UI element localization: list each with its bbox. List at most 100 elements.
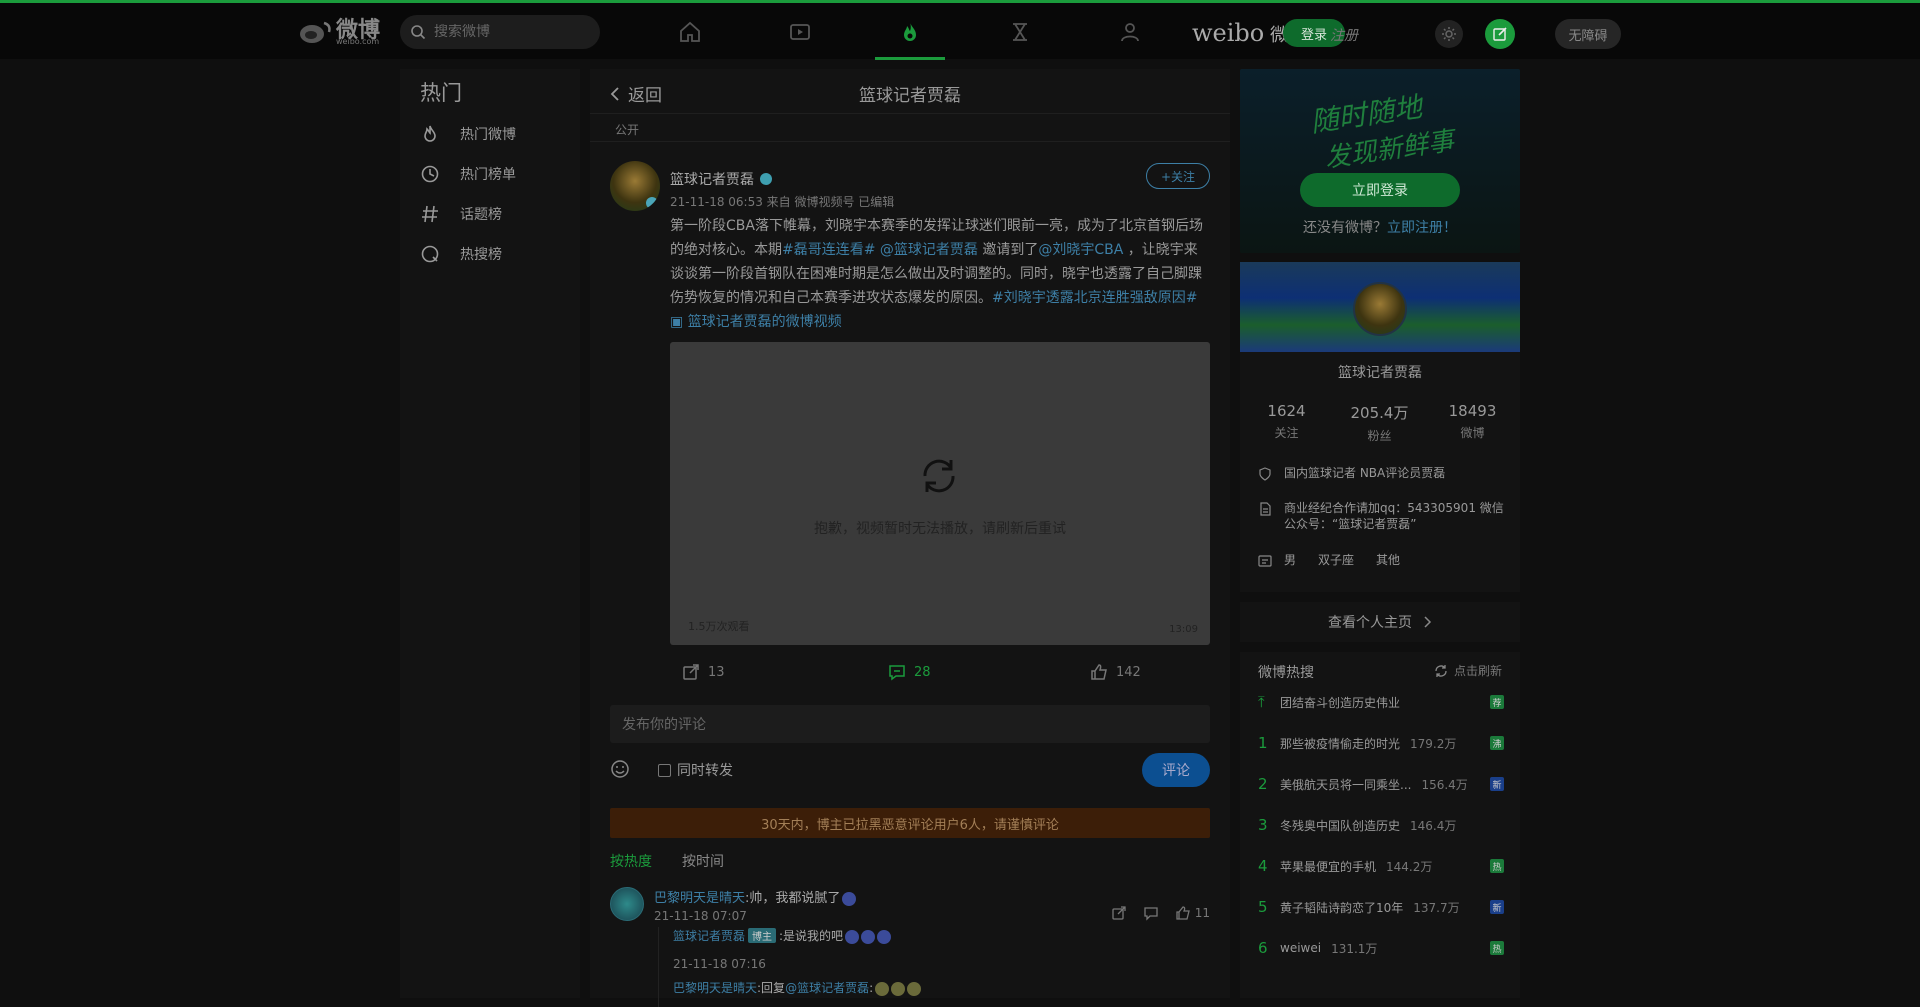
verified-text: 国内篮球记者 NBA评论员贾磊 — [1284, 466, 1446, 480]
sidebar-item-hot-search[interactable]: 热搜榜 — [420, 239, 570, 269]
sidebar-title: 热门 — [420, 81, 462, 105]
hot-search-text: 冬残奥中国队创造历史 — [1280, 818, 1401, 833]
document-icon — [1260, 502, 1271, 516]
hot-search-item[interactable]: 4 苹果最便宜的手机 144.2万 热 — [1258, 856, 1504, 876]
hot-search-item[interactable]: 3 冬残奥中国队创造历史 146.4万 — [1258, 815, 1504, 835]
weibo-eye-icon — [300, 21, 331, 43]
stat-value: 1624 — [1267, 402, 1306, 420]
sort-by-hot[interactable]: 按热度 — [610, 851, 652, 871]
commenter-name[interactable]: 巴黎明天是晴天 — [654, 891, 745, 906]
hot-rank: 3 — [1258, 816, 1268, 834]
accessibility-button[interactable]: 无障碍 — [1555, 19, 1621, 49]
promo-register-link[interactable]: 立即注册！ — [1387, 220, 1457, 236]
repost-button[interactable]: 13 — [682, 663, 725, 681]
hot-search-item[interactable]: 5 黄子韬陆诗韵恋了10年 137.7万 新 — [1258, 897, 1504, 917]
view-profile-button[interactable]: 查看个人主页 — [1240, 602, 1520, 642]
gear-icon — [1442, 27, 1456, 41]
hot-badge: 沸 — [1490, 736, 1504, 750]
promo-register-text: 还没有微博？立即注册！ — [1240, 217, 1520, 237]
shield-icon — [1259, 467, 1271, 481]
emoji-icon — [877, 929, 892, 944]
sidebar-item-hot-weibo[interactable]: 热门微博 — [420, 119, 570, 149]
compose-button[interactable] — [1485, 19, 1515, 49]
follow-button[interactable]: +关注 — [1146, 163, 1210, 189]
refresh-button[interactable]: 点击刷新 — [1434, 662, 1502, 679]
thumbs-up-icon[interactable] — [1175, 905, 1191, 921]
id-card-icon — [1258, 555, 1272, 567]
thumbs-up-icon — [1091, 664, 1107, 680]
hot-search-text: 团结奋斗创造历史伟业 — [1280, 695, 1401, 710]
settings-button[interactable] — [1435, 20, 1463, 48]
mention-link[interactable]: @篮球记者贾磊 — [880, 242, 978, 258]
nav-video[interactable] — [780, 14, 820, 50]
commenter-avatar[interactable] — [610, 887, 644, 921]
topic-link[interactable]: #刘晓宇透露北京连胜强敌原因# — [992, 290, 1197, 306]
reply-user[interactable]: 篮球记者贾磊 — [673, 929, 745, 943]
video-player[interactable]: 抱歉，视频暂时无法播放，请刷新后重试 1.5万次观看 13:09 — [670, 342, 1210, 645]
reload-icon[interactable] — [915, 452, 963, 500]
hot-search-item[interactable]: 1 那些被疫情偷走的时光 179.2万 沸 — [1258, 733, 1504, 753]
stat-posts[interactable]: 18493 微博 — [1426, 402, 1519, 441]
author-name-text: 篮球记者贾磊 — [670, 172, 754, 188]
sidebar-item-ranking[interactable]: 热门榜单 — [420, 159, 570, 189]
home-icon — [680, 21, 700, 42]
reply-user[interactable]: 巴黎明天是晴天 — [673, 981, 757, 995]
comment-icon[interactable] — [1143, 905, 1159, 921]
author-avatar[interactable] — [610, 161, 660, 211]
stat-followers[interactable]: 205.4万 粉丝 — [1333, 402, 1426, 444]
emoji-icon — [842, 891, 857, 906]
hot-rank: 1 — [1258, 734, 1268, 752]
topic-link[interactable]: #磊哥连连看# — [782, 242, 875, 258]
comment-input[interactable]: 发布你的评论 — [610, 705, 1210, 743]
like-count: 142 — [1116, 664, 1141, 680]
nav-active-indicator — [875, 57, 945, 60]
hot-badge: 荐 — [1490, 695, 1504, 709]
hot-search-item[interactable]: ⤒ 团结奋斗创造历史伟业 荐 — [1258, 692, 1504, 712]
pin-icon: ⤒ — [1258, 693, 1265, 711]
promo-login-button[interactable]: 立即登录 — [1300, 173, 1460, 207]
author-name[interactable]: 篮球记者贾磊 — [670, 169, 772, 189]
comment-item: 巴黎明天是晴天:帅，我都说腻了 — [654, 887, 857, 906]
checkbox-box[interactable] — [658, 763, 671, 777]
hot-search-item[interactable]: 2 美俄航天员将一同乘坐... 156.4万 新 — [1258, 774, 1504, 794]
view-profile-label: 查看个人主页 — [1328, 615, 1412, 631]
weibo-brand: weibo — [1192, 19, 1265, 47]
nav-game[interactable] — [1000, 14, 1040, 50]
repost-count: 13 — [708, 664, 725, 680]
emoji-icon[interactable] — [610, 759, 630, 779]
stat-following[interactable]: 1624 关注 — [1240, 402, 1333, 441]
sidebar-item-label: 热门微博 — [460, 127, 516, 143]
submit-comment-button[interactable]: 评论 — [1142, 753, 1210, 787]
hot-badge: 新 — [1490, 900, 1504, 914]
profile-avatar[interactable] — [1353, 282, 1407, 336]
game-icon — [1013, 23, 1027, 41]
profile-name[interactable]: 篮球记者贾磊 — [1240, 362, 1520, 382]
video-link[interactable]: ▣ 篮球记者贾磊的微博视频 — [670, 314, 842, 330]
sidebar-item-topics[interactable]: 话题榜 — [420, 199, 570, 229]
weibo-logo[interactable]: 微博 weibo.com — [298, 15, 388, 47]
hot-search-text: 那些被疫情偷走的时光 — [1280, 736, 1401, 751]
also-repost-checkbox[interactable]: 同时转发 — [658, 760, 733, 780]
search-input[interactable] — [434, 24, 584, 40]
like-button[interactable]: 142 — [1090, 663, 1141, 681]
register-link[interactable]: 注册 — [1330, 25, 1358, 45]
nav-user[interactable] — [1110, 14, 1150, 50]
mention-link[interactable]: @篮球记者贾磊 — [785, 981, 869, 995]
repost-icon[interactable] — [1111, 905, 1127, 921]
nav-home[interactable] — [670, 14, 710, 50]
ranking-icon — [421, 165, 439, 183]
comment-tab-button[interactable]: 28 — [888, 663, 931, 681]
top-navigation-bar: 微博 weibo.com weibo 微博 登录 注册 无障碍 — [0, 3, 1920, 60]
mention-link[interactable]: @刘晓宇CBA — [1038, 242, 1123, 258]
hot-search-item[interactable]: 6 weiwei 131.1万 热 — [1258, 938, 1504, 958]
hot-rank: 5 — [1258, 898, 1268, 916]
sort-by-time[interactable]: 按时间 — [682, 851, 724, 871]
emoji-icon — [861, 929, 876, 944]
search-box[interactable] — [400, 15, 600, 49]
other-text: 其他 — [1376, 553, 1401, 567]
stat-label: 微博 — [1460, 426, 1485, 440]
hot-search-text: weiwei — [1280, 941, 1322, 955]
video-error-message: 抱歉，视频暂时无法播放，请刷新后重试 — [814, 521, 1066, 537]
hot-badge: 新 — [1490, 777, 1504, 791]
nav-hot[interactable] — [890, 14, 930, 50]
